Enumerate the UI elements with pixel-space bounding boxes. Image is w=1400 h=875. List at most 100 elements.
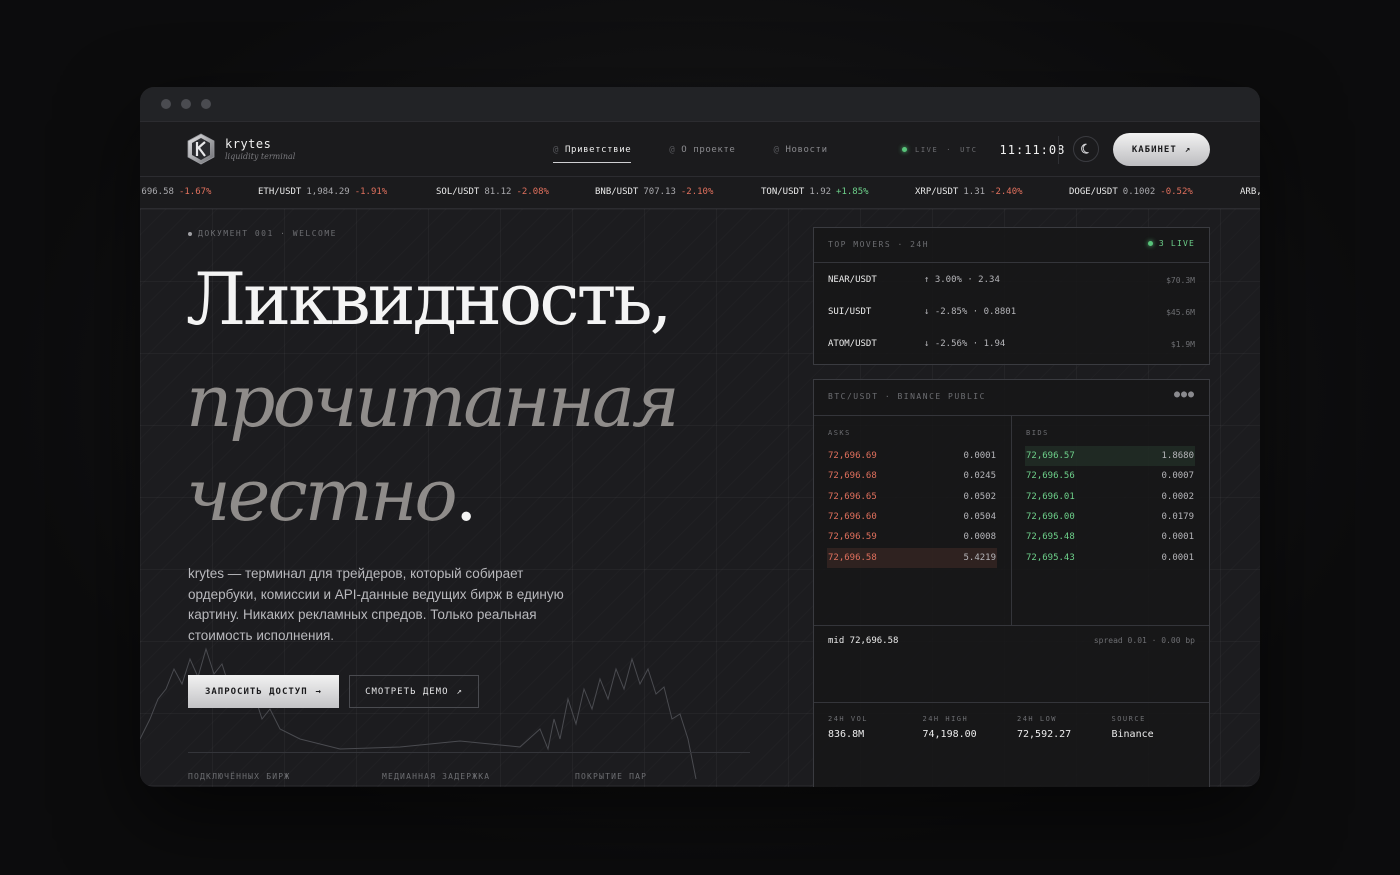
tab-news[interactable]: @ Новости	[773, 122, 827, 177]
top-nav: krytes liquidity terminal @ Приветствие @…	[140, 122, 1260, 177]
mover-change: ↓ -2.85% · 0.8801	[924, 307, 1017, 317]
ask-row[interactable]: 72,696.69 0.0001	[827, 446, 997, 466]
ticker-symbol: ARB,	[1240, 187, 1260, 197]
theme-toggle-button[interactable]	[1073, 136, 1099, 162]
ask-row[interactable]: 72,696.59 0.0008	[827, 527, 997, 547]
order-price: 72,696.56	[1026, 471, 1075, 482]
order-price: 72,696.65	[828, 491, 877, 502]
live-status-icon	[902, 147, 907, 152]
ticker-item[interactable]: SOL/USDT 81.12 -2.08%	[436, 187, 549, 197]
order-price: 72,696.00	[1026, 511, 1075, 522]
top-movers-title: TOP MOVERS · 24H	[828, 240, 930, 249]
request-access-label: ЗАПРОСИТЬ ДОСТУП	[204, 686, 308, 697]
ask-row[interactable]: 72,696.58 5.4219	[827, 547, 997, 568]
mover-symbol: SUI/USDT	[828, 307, 872, 317]
main-content: ДОКУМЕНТ 001 · WELCOME Ликвидность, проч…	[140, 209, 1260, 787]
ticker-item[interactable]: BNB/USDT 707.13 -2.10%	[595, 187, 713, 197]
panel-divider	[814, 702, 1209, 703]
order-quantity: 5.4219	[963, 552, 996, 563]
order-price: 72,695.48	[1026, 532, 1075, 543]
tab-label: О проекте	[681, 144, 736, 155]
krytes-logo-icon	[187, 133, 215, 165]
ticker-item[interactable]: DOGE/USDT 0.1002 -0.52%	[1069, 187, 1193, 197]
ticker-item[interactable]: XRP/USDT 1.31 -2.40%	[915, 187, 1023, 197]
moon-icon	[1081, 143, 1089, 154]
ticker-price: 81.12	[484, 187, 512, 197]
tab-about[interactable]: @ О проекте	[669, 122, 735, 177]
ticker-item[interactable]: ,696.58 -1.67%	[140, 187, 211, 197]
bid-row[interactable]: 72,696.57 1.8680	[1025, 446, 1195, 466]
order-quantity: 0.0001	[1161, 552, 1194, 563]
arrow-up-right-icon: ↗	[456, 686, 463, 697]
mover-row[interactable]: NEAR/USDT ↑ 3.00% · 2.34 $70.3M	[828, 270, 1195, 290]
window-chrome	[140, 87, 1260, 122]
tab-welcome[interactable]: @ Приветствие	[553, 122, 632, 177]
mover-change: ↓ -2.56% · 1.94	[924, 339, 1006, 349]
panel-divider	[814, 262, 1209, 263]
order-price: 72,696.57	[1026, 451, 1075, 461]
footer-stat-label: 24H HIGH	[922, 715, 969, 723]
at-icon: @	[669, 144, 676, 155]
live-count-badge: 3 LIVE	[1147, 239, 1195, 248]
order-quantity: 0.0245	[963, 471, 996, 482]
hero-description: krytes — терминал для трейдеров, который…	[188, 566, 564, 643]
mover-row[interactable]: SUI/USDT ↓ -2.85% · 0.8801 $45.6M	[828, 302, 1195, 322]
footer-stat-value: 74,198.00	[922, 729, 977, 740]
order-quantity: 1.8680	[1161, 451, 1194, 461]
brand-tagline: liquidity terminal	[225, 152, 296, 161]
ticker-symbol: BNB/USDT	[595, 187, 639, 197]
mover-symbol: NEAR/USDT	[828, 275, 877, 285]
ticker-price: 707.13	[643, 187, 676, 197]
window-minimize-dot[interactable]	[181, 99, 191, 109]
order-price: 72,696.69	[828, 451, 877, 461]
request-access-button[interactable]: ЗАПРОСИТЬ ДОСТУП →	[188, 675, 339, 708]
document-label: ДОКУМЕНТ 001 · WELCOME	[188, 229, 337, 238]
order-book-panel: BTC/USDT · BINANCE PUBLIC ●●● ASKS BIDS …	[813, 379, 1210, 787]
ticker-change: -1.67%	[178, 187, 212, 197]
hero-title-period: .	[454, 453, 478, 537]
bid-row[interactable]: 72,695.43 0.0001	[1025, 548, 1195, 568]
ticker-change: -0.52%	[1160, 187, 1193, 197]
footer-stat-value: 836.8M	[828, 729, 865, 740]
ask-row[interactable]: 72,696.60 0.0504	[827, 507, 997, 527]
clock-time: 11:11:08	[999, 142, 1066, 157]
bids-label: BIDS	[1026, 429, 1049, 437]
spread-value: spread 0.01 · 0.00 bp	[1093, 636, 1195, 645]
browser-window: krytes liquidity terminal @ Приветствие @…	[140, 87, 1260, 787]
brand-logo[interactable]: krytes liquidity terminal	[187, 133, 295, 165]
ticker-change: -2.40%	[990, 187, 1023, 197]
asks-label: ASKS	[828, 429, 851, 437]
bid-row[interactable]: 72,695.48 0.0001	[1025, 527, 1195, 547]
footer-stat-label: 24H VOL	[828, 715, 869, 723]
mover-row[interactable]: ATOM/USDT ↓ -2.56% · 1.94 $1.9M	[828, 334, 1195, 354]
cabinet-button[interactable]: КАБИНЕТ ↗	[1113, 133, 1210, 166]
ticker-item[interactable]: ARB,	[1240, 187, 1260, 197]
mover-symbol: ATOM/USDT	[828, 339, 877, 349]
watch-demo-button[interactable]: СМОТРЕТЬ ДЕМО ↗	[349, 675, 479, 708]
window-maximize-dot[interactable]	[201, 99, 211, 109]
ticker-symbol: ETH/USDT	[258, 187, 302, 197]
ticker-item[interactable]: ETH/USDT 1,984.29 -1.91%	[258, 187, 387, 197]
bid-row[interactable]: 72,696.56 0.0007	[1025, 466, 1195, 486]
dot-separator: ·	[946, 145, 953, 154]
tab-label: Приветствие	[565, 144, 632, 155]
ask-row[interactable]: 72,696.68 0.0245	[827, 466, 997, 486]
ticker-price: 0.1002	[1122, 187, 1156, 197]
book-column-divider	[1011, 415, 1012, 625]
ask-row[interactable]: 72,696.65 0.0502	[827, 487, 997, 507]
hero-title-line-3-text: честно	[186, 453, 458, 537]
bid-row[interactable]: 72,696.01 0.0002	[1025, 487, 1195, 507]
watch-demo-label: СМОТРЕТЬ ДЕМО	[365, 686, 449, 697]
order-price: 72,696.58	[828, 552, 877, 563]
order-book-title: BTC/USDT · BINANCE PUBLIC	[828, 392, 986, 401]
order-price: 72,695.43	[1026, 552, 1075, 563]
bid-row[interactable]: 72,696.00 0.0179	[1025, 507, 1195, 527]
more-dots-icon[interactable]: ●●●	[1174, 389, 1195, 400]
ticker-item[interactable]: TON/USDT 1.92 +1.85%	[761, 187, 869, 197]
ticker-symbol: XRP/USDT	[915, 187, 959, 197]
ticker-change: -2.08%	[516, 187, 549, 197]
hero-title-line-3: честно.	[186, 459, 478, 531]
stat-latency-label: МЕДИАННАЯ ЗАДЕРЖКА	[382, 772, 491, 781]
at-icon: @	[553, 144, 560, 155]
window-close-dot[interactable]	[161, 99, 171, 109]
